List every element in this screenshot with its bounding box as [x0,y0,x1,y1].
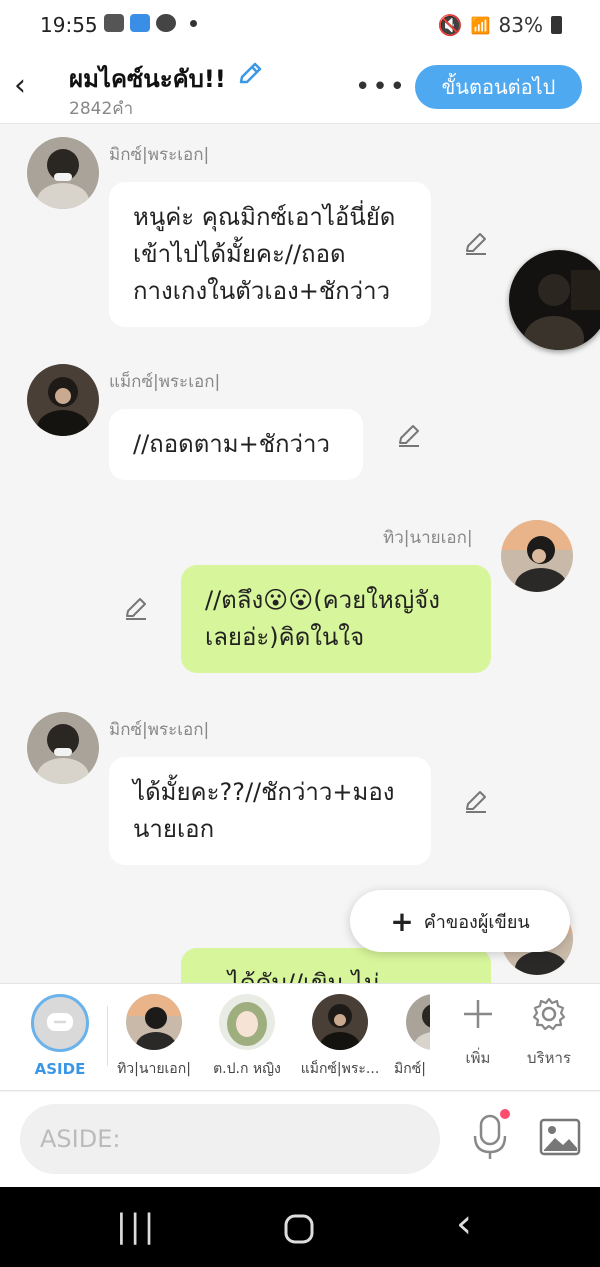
aside-label: ASIDE [34,1060,86,1078]
character-label: มิกซ์| [394,1061,426,1077]
avatar[interactable] [27,364,99,436]
aside-avatar [31,994,89,1052]
speaker-name: ทิว|นายเอก| [383,528,473,548]
system-navigation-bar: ||| ‹ [0,1187,600,1267]
floating-video-avatar[interactable] [509,250,600,350]
avatar[interactable] [27,137,99,209]
character-avatar [126,994,182,1050]
speaker-name: มิกซ์|พระเอก| [109,145,210,165]
plus-icon: + [390,904,414,938]
wifi-icon: 📶 [470,15,491,35]
status-time: 19:55 [40,13,98,37]
battery-icon [551,16,562,34]
recent-apps-icon[interactable]: ||| [116,1207,157,1245]
message-bubble[interactable]: //ตลึง😮😮(ควยใหญ่จังเลยอ่ะ)คิดในใจ [181,565,491,673]
more-options-button[interactable]: ••• [355,72,407,102]
word-count: 2842คำ [69,99,134,119]
character-label: ทิว|นายเอก| [117,1061,191,1077]
next-step-button[interactable]: ขั้นตอนต่อไป [415,65,582,109]
chat-bubble-icon [47,1013,73,1031]
edit-message-icon[interactable] [463,788,489,814]
add-character-button[interactable]: เพิ่ม [446,996,510,1070]
edit-title-icon[interactable] [236,60,264,88]
divider [107,1006,108,1066]
message-input[interactable]: ASIDE: [20,1104,440,1174]
image-icon[interactable] [538,1117,582,1157]
character-avatar [219,994,275,1050]
status-bar: 19:55 🔇 📶 83% [0,0,600,50]
edit-message-icon[interactable] [463,230,489,256]
message-bubble[interactable]: หนูค่ะ คุณมิกซ์เอาไอ้นี่ยัดเข้าไปได้มั้ย… [109,182,431,327]
back-nav-icon[interactable]: ‹ [456,1201,472,1247]
character-bar: ASIDE ทิว|นายเอก| ต.ป.ก หญิง แม็กซ์|พระ.… [0,983,600,1091]
avatar[interactable] [27,712,99,784]
system-status: 🔇 📶 83% [438,13,562,37]
recording-indicator [500,1109,510,1119]
battery-level: 83% [498,13,543,37]
notification-icons [104,14,197,32]
line-notification-icon [156,14,176,32]
character-label: ต.ป.ก หญิง [213,1061,281,1077]
input-bar: ASIDE: [0,1092,600,1187]
chat-area[interactable]: มิกซ์|พระเอก| หนูค่ะ คุณมิกซ์เอาไอ้นี่ยั… [0,125,600,983]
more-notifications-icon [190,19,197,27]
author-note-label: คำของผู้เขียน [423,911,530,933]
message-bubble[interactable]: //ถอดตาม+ชักว่าว [109,409,363,480]
story-header: ‹ ผมไคซ์นะคับ!! 2842คำ ••• ขั้นตอนต่อไป [0,50,600,124]
home-icon[interactable] [283,1213,315,1245]
character-avatar [406,994,430,1050]
speaker-name: แม็กซ์|พระเอก| [109,372,221,392]
character-item[interactable]: ต.ป.ก หญิง [204,994,290,1080]
edit-message-icon[interactable] [396,422,422,448]
gallery-notification-icon [104,14,124,32]
character-item[interactable]: ทิว|นายเอก| [111,994,197,1080]
story-title: ผมไคซ์นะคับ!! [69,65,226,93]
plus-icon [464,1000,492,1028]
gear-icon [532,997,566,1031]
aside-character[interactable]: ASIDE [17,994,103,1078]
avatar[interactable] [501,520,573,592]
back-button[interactable]: ‹ [14,68,46,104]
edit-message-icon[interactable] [123,595,149,621]
microphone-icon[interactable] [470,1112,510,1162]
message-bubble[interactable]: ...ได้คับ//เขิน ไม่... [181,948,491,983]
app-notification-icon [130,14,150,32]
character-item[interactable]: มิกซ์| [384,994,430,1080]
character-item[interactable]: แม็กซ์|พระ... [297,994,383,1080]
author-note-button[interactable]: + คำของผู้เขียน [350,890,570,952]
character-avatar [312,994,368,1050]
manage-characters-button[interactable]: บริหาร [517,996,581,1070]
manage-label: บริหาร [527,1049,571,1067]
speaker-name: มิกซ์|พระเอก| [109,720,210,740]
message-bubble[interactable]: ได้มั้ยคะ??//ชักว่าว+มองนายเอก [109,757,431,865]
add-label: เพิ่ม [465,1049,491,1067]
mute-icon: 🔇 [437,13,463,37]
character-label: แม็กซ์|พระ... [300,1061,380,1077]
